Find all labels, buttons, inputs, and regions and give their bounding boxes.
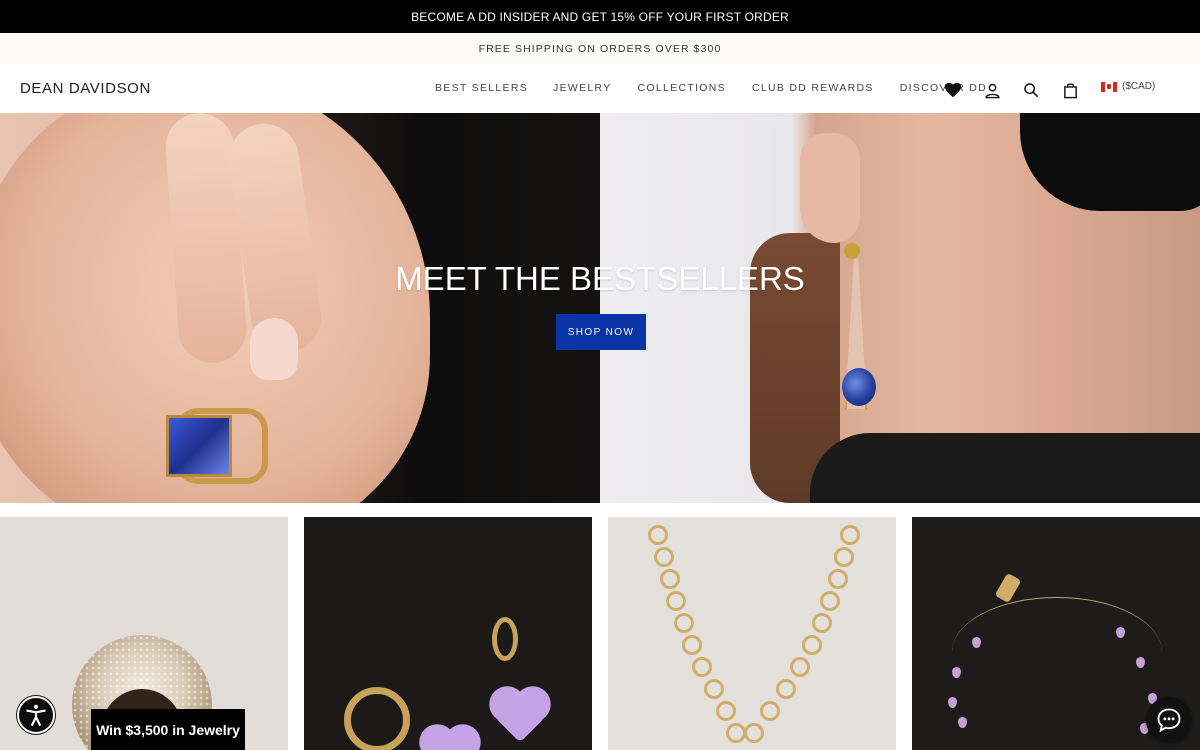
search-icon[interactable]: [1021, 80, 1041, 100]
bracelet-charm: [958, 717, 967, 728]
nav-best-sellers[interactable]: BEST SELLERS: [435, 82, 528, 94]
hero-title: MEET THE BESTSELLERS: [395, 260, 805, 297]
nav-collections[interactable]: COLLECTIONS: [638, 82, 726, 94]
chain-link: [674, 613, 694, 633]
tile-gold-chain-necklace[interactable]: [608, 517, 896, 750]
chain-link: [760, 701, 780, 721]
nav-club-dd-rewards[interactable]: CLUB DD REWARDS: [752, 82, 874, 94]
promo-text: BECOME A DD INSIDER AND GET 15% OFF YOUR…: [411, 9, 789, 24]
bag-icon[interactable]: [1060, 80, 1080, 100]
chain-link: [840, 525, 860, 545]
chain-link: [726, 723, 746, 743]
heart-icon[interactable]: [943, 80, 963, 100]
chain-link: [648, 525, 668, 545]
chain-link: [828, 569, 848, 589]
tile-heart-earrings[interactable]: [304, 517, 592, 750]
shipping-text: FREE SHIPPING ON ORDERS OVER $300: [478, 42, 722, 55]
chain-link: [744, 723, 764, 743]
chat-icon[interactable]: [1146, 697, 1192, 743]
currency-label: ($CAD): [1122, 81, 1156, 92]
chain-link: [812, 613, 832, 633]
shipping-bar: FREE SHIPPING ON ORDERS OVER $300: [0, 33, 1200, 64]
chain-link: [776, 679, 796, 699]
chain-link: [666, 591, 686, 611]
hero-banner[interactable]: MEET THE BESTSELLERS SHOP NOW: [0, 113, 1200, 503]
site-header: DEAN DAVIDSON BEST SELLERS JEWELRY COLLE…: [0, 64, 1200, 113]
chain-link: [654, 547, 674, 567]
chain-link: [716, 701, 736, 721]
chain-link: [802, 635, 822, 655]
site-logo[interactable]: DEAN DAVIDSON: [20, 80, 151, 97]
main-nav: BEST SELLERS JEWELRY COLLECTIONS CLUB DD…: [435, 82, 1013, 94]
chain-link: [834, 547, 854, 567]
chain-link: [790, 657, 810, 677]
hero-image-earring: [600, 113, 1200, 503]
user-icon[interactable]: [982, 80, 1002, 100]
chain-link: [682, 635, 702, 655]
accessibility-icon[interactable]: [17, 696, 55, 734]
promo-bar[interactable]: BECOME A DD INSIDER AND GET 15% OFF YOUR…: [0, 0, 1200, 33]
currency-selector[interactable]: ($CAD): [1101, 81, 1155, 92]
chain-link: [692, 657, 712, 677]
win-jewelry-badge[interactable]: Win $3,500 in Jewelry: [91, 709, 245, 750]
canada-flag-icon: [1101, 81, 1117, 92]
hero-image-ring: [0, 113, 600, 503]
chain-link: [660, 569, 680, 589]
nav-jewelry[interactable]: JEWELRY: [553, 82, 612, 94]
shop-now-button[interactable]: SHOP NOW: [556, 314, 646, 350]
chain-link: [704, 679, 724, 699]
chain-link: [820, 591, 840, 611]
